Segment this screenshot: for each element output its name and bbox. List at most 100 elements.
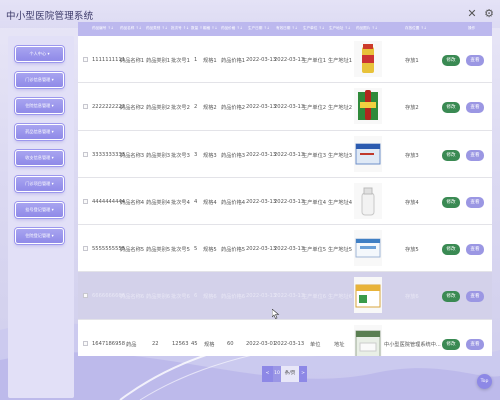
page-size-label: 条/页 (281, 366, 299, 382)
col-spec[interactable]: 规格 ↑↓ (203, 26, 217, 31)
sidebar-item-registration[interactable]: 挂号登记管理 ▾ (15, 202, 64, 218)
col-code[interactable]: 药品编号 ↑↓ (92, 26, 114, 31)
cell-batch: 12563 (172, 341, 189, 347)
gear-icon[interactable]: ⚙ (483, 8, 495, 20)
col-expire-date[interactable]: 有效日期 ↑↓ (276, 26, 298, 31)
edit-button[interactable]: 修改 (442, 55, 460, 66)
cell-name: 药品名称6 (120, 294, 145, 300)
table-row: 1647186958 药品 22 12563 45 规格 60 2022-03-… (78, 320, 492, 356)
sidebar-item-admission[interactable]: 住院登记管理 ▾ (15, 228, 64, 244)
col-location[interactable]: 存放位置 ↑↓ (405, 26, 427, 31)
cell-location: 存放6 (405, 294, 419, 300)
col-name[interactable]: 药品名称 ↑↓ (120, 26, 142, 31)
col-category[interactable]: 药品类别 ↑↓ (146, 26, 168, 31)
table-row: 2222222222 药品名称2 药品类别2 批次号2 2 规格2 药品价格2 … (78, 83, 492, 131)
cell-prod-date: 2022-03-13 (246, 293, 277, 299)
row-checkbox[interactable] (83, 104, 88, 109)
drug-image (354, 277, 382, 313)
view-button[interactable]: 查看 (466, 339, 484, 350)
cell-price: 药品价格4 (221, 200, 246, 206)
cell-prod-date: 2022-03-13 (246, 246, 277, 252)
cell-maker: 生产单位2 (302, 105, 327, 111)
sidebar-item-finance-info[interactable]: 收支信息管理 ▾ (15, 150, 64, 166)
drug-image (354, 230, 382, 266)
edit-button[interactable]: 修改 (442, 150, 460, 161)
edit-button[interactable]: 修改 (442, 339, 460, 350)
cell-code: 1647186958 (92, 341, 126, 347)
cell-expire-date: 2022-03-13 (274, 246, 305, 252)
view-button[interactable]: 查看 (466, 291, 484, 302)
cell-spec: 规格6 (203, 294, 217, 300)
prev-page-button[interactable]: < (262, 366, 273, 382)
cell-name: 药品 (126, 342, 137, 348)
row-checkbox[interactable] (83, 199, 88, 204)
sidebar-item-outpatient-project[interactable]: 门诊项目管理 ▾ (15, 176, 64, 192)
col-image[interactable]: 药品图片 ↑↓ (356, 26, 378, 31)
cell-price: 药品价格6 (221, 294, 246, 300)
col-prod-date[interactable]: 生产日期 ↑↓ (248, 26, 270, 31)
cell-price: 60 (227, 341, 234, 347)
cell-batch: 批次号4 (171, 200, 190, 206)
cell-category: 药品类别5 (146, 247, 171, 253)
cell-prod-date: 2022-03-01 (246, 341, 277, 347)
cell-maker: 生产单位3 (302, 153, 327, 159)
cell-expire-date: 2022-03-13 (274, 293, 305, 299)
col-price[interactable]: 药品价格 ↑↓ (221, 26, 243, 31)
cell-prod-date: 2022-03-13 (246, 152, 277, 158)
sidebar-item-outpatient-info[interactable]: 门诊信息管理 ▾ (15, 72, 64, 88)
cell-location: 存放1 (405, 58, 419, 64)
cell-name: 药品名称5 (120, 247, 145, 253)
cell-address: 生产地址1 (328, 58, 353, 64)
cell-prod-date: 2022-03-13 (246, 104, 277, 110)
sidebar-item-drug-info[interactable]: 药品信息管理 ▾ (15, 124, 64, 140)
cell-batch: 批次号6 (171, 294, 190, 300)
drug-image (354, 325, 382, 356)
cell-location: 存放2 (405, 105, 419, 111)
cell-maker: 生产单位5 (302, 247, 327, 253)
page-size-value[interactable]: 10 (273, 366, 281, 382)
edit-button[interactable]: 修改 (442, 197, 460, 208)
row-checkbox[interactable] (83, 152, 88, 157)
drug-image (354, 183, 382, 219)
sidebar-item-inpatient-info[interactable]: 住院信息管理 ▾ (15, 98, 64, 114)
cell-location: 存放4 (405, 200, 419, 206)
col-maker[interactable]: 生产单位 ↑↓ (303, 26, 325, 31)
col-address[interactable]: 生产地址 ↑↓ (329, 26, 351, 31)
cell-category: 药品类别3 (146, 153, 171, 159)
cell-location: 存放3 (405, 153, 419, 159)
cell-qty: 5 (194, 246, 198, 252)
app-title: 中小型医院管理系统 (6, 11, 94, 22)
row-checkbox[interactable] (83, 246, 88, 251)
row-checkbox[interactable] (83, 293, 88, 298)
cell-qty: 4 (194, 199, 198, 205)
sidebar-item-personal-center[interactable]: 个人中心 ▾ (15, 46, 64, 62)
back-to-top-button[interactable]: Top (477, 374, 492, 389)
cell-price: 药品价格2 (221, 105, 246, 111)
cell-batch: 批次号1 (171, 58, 190, 64)
cell-expire-date: 2022-03-13 (274, 104, 305, 110)
drug-image (354, 136, 382, 172)
view-button[interactable]: 查看 (466, 197, 484, 208)
cell-spec: 规格5 (203, 247, 217, 253)
view-button[interactable]: 查看 (466, 102, 484, 113)
edit-button[interactable]: 修改 (442, 291, 460, 302)
edit-button[interactable]: 修改 (442, 102, 460, 113)
row-checkbox[interactable] (83, 57, 88, 62)
view-button[interactable]: 查看 (466, 150, 484, 161)
cell-category: 药品类别2 (146, 105, 171, 111)
cell-category: 药品类别4 (146, 200, 171, 206)
cell-address: 生产地址3 (328, 153, 353, 159)
cell-batch: 批次号5 (171, 247, 190, 253)
view-button[interactable]: 查看 (466, 244, 484, 255)
row-checkbox[interactable] (83, 341, 88, 346)
cell-qty: 2 (194, 104, 198, 110)
close-icon[interactable]: ✕ (466, 8, 478, 20)
cell-category: 药品类别6 (146, 294, 171, 300)
next-page-button[interactable]: > (299, 366, 307, 382)
view-button[interactable]: 查看 (466, 55, 484, 66)
col-batch[interactable]: 批次号 ↑↓ (171, 26, 189, 31)
cell-prod-date: 2022-03-13 (246, 57, 277, 63)
cell-price: 药品价格3 (221, 153, 246, 159)
cell-expire-date: 2022-03-13 (274, 57, 305, 63)
edit-button[interactable]: 修改 (442, 244, 460, 255)
